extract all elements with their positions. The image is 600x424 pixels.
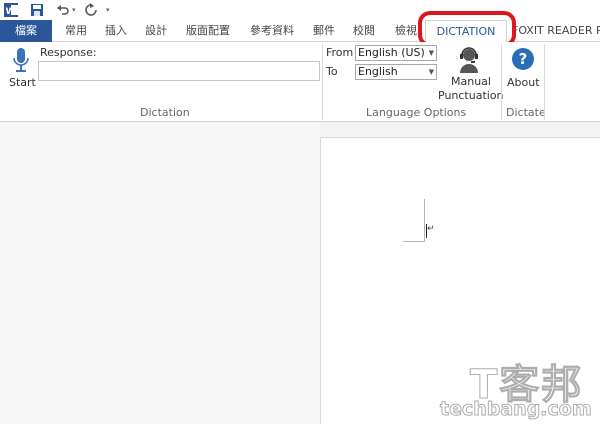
- tab-references[interactable]: 參考資料: [244, 20, 300, 42]
- margin-corner-mark: [403, 220, 425, 242]
- chevron-down-icon: ▼: [428, 49, 434, 57]
- redo-icon[interactable]: [84, 2, 98, 18]
- undo-icon[interactable]: [56, 2, 70, 18]
- word-icon[interactable]: W: [4, 2, 20, 18]
- manual-label-line2: Punctuation: [438, 89, 504, 102]
- manual-label-line1: Manual: [451, 75, 491, 88]
- start-dictation-button[interactable]: Start: [6, 46, 36, 89]
- about-label: About: [507, 76, 540, 89]
- tab-insert[interactable]: 插入: [98, 20, 134, 42]
- start-label: Start: [9, 76, 36, 89]
- response-label: Response:: [40, 46, 97, 59]
- language-options-group-label: Language Options: [366, 106, 467, 119]
- margin-corner-mark: [424, 199, 425, 221]
- undo-dropdown-icon[interactable]: ▾: [72, 2, 78, 18]
- tab-design[interactable]: 設計: [138, 20, 174, 42]
- tab-file[interactable]: 檔案: [0, 20, 52, 42]
- tab-review[interactable]: 校閱: [346, 20, 382, 42]
- from-language-value: English (US): [358, 46, 425, 59]
- tab-view[interactable]: 檢視: [392, 20, 420, 42]
- svg-text:?: ?: [519, 50, 528, 68]
- dictate-group-label: Dictate: [506, 106, 546, 119]
- chevron-down-icon: ▼: [428, 68, 434, 76]
- svg-text:W: W: [6, 7, 16, 17]
- manual-punctuation-button[interactable]: Manual Punctuation: [438, 45, 504, 103]
- paragraph-mark: ↵: [427, 224, 435, 234]
- to-language-value: English: [358, 65, 398, 78]
- watermark-url-text: techbang.com: [440, 398, 593, 421]
- tab-home[interactable]: 常用: [56, 20, 96, 42]
- save-icon[interactable]: [30, 2, 44, 18]
- group-separator: [322, 44, 323, 120]
- to-label: To: [326, 65, 338, 78]
- tab-layout[interactable]: 版面配置: [180, 20, 236, 42]
- techbang-watermark: T客邦 techbang.com: [440, 352, 600, 424]
- group-separator: [501, 44, 502, 120]
- about-button[interactable]: ? About: [505, 45, 541, 91]
- from-language-select[interactable]: English (US) ▼: [355, 45, 437, 61]
- tab-mailings[interactable]: 郵件: [306, 20, 342, 42]
- chevron-down-icon[interactable]: ▾: [106, 2, 114, 18]
- dictation-group-label: Dictation: [140, 106, 190, 119]
- tab-foxit-reader-pdf[interactable]: FOXIT READER PDF: [512, 20, 600, 42]
- to-language-select[interactable]: English ▼: [355, 64, 437, 80]
- help-circle-icon: ?: [511, 47, 535, 75]
- microphone-icon: [13, 48, 29, 78]
- document-background: [0, 122, 320, 424]
- group-separator: [544, 44, 545, 120]
- response-field[interactable]: [38, 61, 320, 81]
- headset-person-icon: [458, 47, 480, 77]
- from-label: From: [326, 46, 354, 59]
